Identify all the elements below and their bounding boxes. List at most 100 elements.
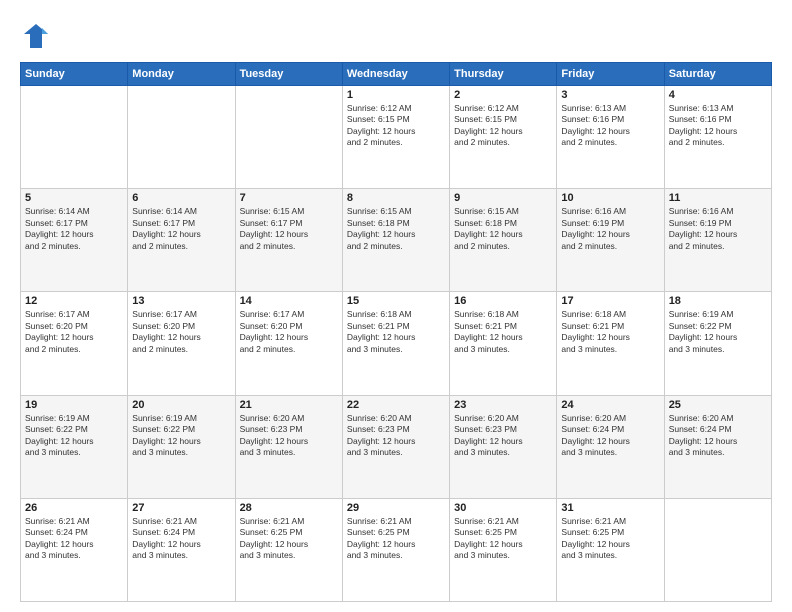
day-number: 4	[669, 89, 767, 101]
weekday-row: SundayMondayTuesdayWednesdayThursdayFrid…	[21, 63, 772, 86]
weekday-header-tuesday: Tuesday	[235, 63, 342, 86]
day-info: Sunrise: 6:21 AM Sunset: 6:25 PM Dayligh…	[240, 516, 338, 562]
calendar-cell: 18 Sunrise: 6:19 AM Sunset: 6:22 PM Dayli…	[664, 292, 771, 395]
calendar-cell: 19Sunrise: 6:19 AM Sunset: 6:22 PM Dayli…	[21, 395, 128, 498]
day-info: Sunrise: 6:18 AM Sunset: 6:21 PM Dayligh…	[561, 309, 659, 355]
week-row-1: 5 Sunrise: 6:14 AM Sunset: 6:17 PM Daylig…	[21, 189, 772, 292]
day-number: 21	[240, 399, 338, 411]
day-info: Sunrise: 6:18 AM Sunset: 6:21 PM Dayligh…	[454, 309, 552, 355]
day-number: 18	[669, 295, 767, 307]
weekday-header-friday: Friday	[557, 63, 664, 86]
day-number: 22	[347, 399, 445, 411]
day-info: Sunrise: 6:21 AM Sunset: 6:25 PM Dayligh…	[347, 516, 445, 562]
day-number: 2	[454, 89, 552, 101]
day-info: Sunrise: 6:21 AM Sunset: 6:24 PM Dayligh…	[132, 516, 230, 562]
day-number: 30	[454, 502, 552, 514]
calendar-cell: 1Sunrise: 6:12 AM Sunset: 6:15 PM Daylig…	[342, 86, 449, 189]
calendar-cell: 7 Sunrise: 6:15 AM Sunset: 6:17 PM Daylig…	[235, 189, 342, 292]
weekday-header-saturday: Saturday	[664, 63, 771, 86]
calendar-cell: 30 Sunrise: 6:21 AM Sunset: 6:25 PM Dayli…	[450, 498, 557, 601]
calendar-cell: 23 Sunrise: 6:20 AM Sunset: 6:23 PM Dayli…	[450, 395, 557, 498]
calendar-cell: 21Sunrise: 6:20 AM Sunset: 6:23 PM Dayli…	[235, 395, 342, 498]
day-number: 23	[454, 399, 552, 411]
day-number: 10	[561, 192, 659, 204]
day-info: Sunrise: 6:20 AM Sunset: 6:24 PM Dayligh…	[669, 413, 767, 459]
calendar-cell: 31 Sunrise: 6:21 AM Sunset: 6:25 PM Dayli…	[557, 498, 664, 601]
day-info: Sunrise: 6:12 AM Sunset: 6:15 PM Dayligh…	[454, 103, 552, 149]
calendar-cell: 24 Sunrise: 6:20 AM Sunset: 6:24 PM Dayli…	[557, 395, 664, 498]
header	[20, 20, 772, 52]
calendar-cell: 11 Sunrise: 6:16 AM Sunset: 6:19 PM Dayli…	[664, 189, 771, 292]
weekday-header-thursday: Thursday	[450, 63, 557, 86]
calendar-table: SundayMondayTuesdayWednesdayThursdayFrid…	[20, 62, 772, 602]
day-number: 28	[240, 502, 338, 514]
week-row-0: 1Sunrise: 6:12 AM Sunset: 6:15 PM Daylig…	[21, 86, 772, 189]
day-number: 8	[347, 192, 445, 204]
day-info: Sunrise: 6:19 AM Sunset: 6:22 PM Dayligh…	[669, 309, 767, 355]
day-info: Sunrise: 6:21 AM Sunset: 6:25 PM Dayligh…	[454, 516, 552, 562]
calendar-cell	[664, 498, 771, 601]
calendar-cell: 4 Sunrise: 6:13 AM Sunset: 6:16 PM Daylig…	[664, 86, 771, 189]
day-number: 29	[347, 502, 445, 514]
day-number: 3	[561, 89, 659, 101]
calendar-cell: 27 Sunrise: 6:21 AM Sunset: 6:24 PM Dayli…	[128, 498, 235, 601]
day-info: Sunrise: 6:13 AM Sunset: 6:16 PM Dayligh…	[669, 103, 767, 149]
calendar-cell	[21, 86, 128, 189]
day-info: Sunrise: 6:15 AM Sunset: 6:17 PM Dayligh…	[240, 206, 338, 252]
calendar-cell: 29 Sunrise: 6:21 AM Sunset: 6:25 PM Dayli…	[342, 498, 449, 601]
day-number: 25	[669, 399, 767, 411]
day-info: Sunrise: 6:17 AM Sunset: 6:20 PM Dayligh…	[25, 309, 123, 355]
day-number: 6	[132, 192, 230, 204]
day-number: 31	[561, 502, 659, 514]
calendar-cell: 15Sunrise: 6:18 AM Sunset: 6:21 PM Dayli…	[342, 292, 449, 395]
week-row-3: 19Sunrise: 6:19 AM Sunset: 6:22 PM Dayli…	[21, 395, 772, 498]
day-number: 15	[347, 295, 445, 307]
day-number: 16	[454, 295, 552, 307]
calendar-cell: 28 Sunrise: 6:21 AM Sunset: 6:25 PM Dayli…	[235, 498, 342, 601]
week-row-4: 26 Sunrise: 6:21 AM Sunset: 6:24 PM Dayli…	[21, 498, 772, 601]
day-number: 9	[454, 192, 552, 204]
day-info: Sunrise: 6:21 AM Sunset: 6:25 PM Dayligh…	[561, 516, 659, 562]
day-info: Sunrise: 6:19 AM Sunset: 6:22 PM Dayligh…	[25, 413, 123, 459]
calendar-cell: 20 Sunrise: 6:19 AM Sunset: 6:22 PM Dayli…	[128, 395, 235, 498]
day-number: 12	[25, 295, 123, 307]
calendar-cell: 13Sunrise: 6:17 AM Sunset: 6:20 PM Dayli…	[128, 292, 235, 395]
day-info: Sunrise: 6:20 AM Sunset: 6:24 PM Dayligh…	[561, 413, 659, 459]
day-info: Sunrise: 6:12 AM Sunset: 6:15 PM Dayligh…	[347, 103, 445, 149]
calendar-header: SundayMondayTuesdayWednesdayThursdayFrid…	[21, 63, 772, 86]
day-number: 26	[25, 502, 123, 514]
day-info: Sunrise: 6:19 AM Sunset: 6:22 PM Dayligh…	[132, 413, 230, 459]
day-info: Sunrise: 6:20 AM Sunset: 6:23 PM Dayligh…	[347, 413, 445, 459]
day-info: Sunrise: 6:17 AM Sunset: 6:20 PM Dayligh…	[240, 309, 338, 355]
day-number: 24	[561, 399, 659, 411]
day-number: 13	[132, 295, 230, 307]
weekday-header-sunday: Sunday	[21, 63, 128, 86]
day-info: Sunrise: 6:14 AM Sunset: 6:17 PM Dayligh…	[132, 206, 230, 252]
day-number: 5	[25, 192, 123, 204]
day-info: Sunrise: 6:21 AM Sunset: 6:24 PM Dayligh…	[25, 516, 123, 562]
day-number: 7	[240, 192, 338, 204]
day-info: Sunrise: 6:14 AM Sunset: 6:17 PM Dayligh…	[25, 206, 123, 252]
logo-icon	[20, 20, 52, 52]
day-number: 27	[132, 502, 230, 514]
day-number: 17	[561, 295, 659, 307]
calendar-cell: 3 Sunrise: 6:13 AM Sunset: 6:16 PM Daylig…	[557, 86, 664, 189]
calendar-cell: 12 Sunrise: 6:17 AM Sunset: 6:20 PM Dayli…	[21, 292, 128, 395]
calendar-cell: 8Sunrise: 6:15 AM Sunset: 6:18 PM Daylig…	[342, 189, 449, 292]
day-number: 20	[132, 399, 230, 411]
calendar-cell: 22 Sunrise: 6:20 AM Sunset: 6:23 PM Dayli…	[342, 395, 449, 498]
calendar-cell	[128, 86, 235, 189]
calendar-cell: 10 Sunrise: 6:16 AM Sunset: 6:19 PM Dayli…	[557, 189, 664, 292]
weekday-header-wednesday: Wednesday	[342, 63, 449, 86]
week-row-2: 12 Sunrise: 6:17 AM Sunset: 6:20 PM Dayli…	[21, 292, 772, 395]
day-info: Sunrise: 6:20 AM Sunset: 6:23 PM Dayligh…	[454, 413, 552, 459]
day-info: Sunrise: 6:16 AM Sunset: 6:19 PM Dayligh…	[561, 206, 659, 252]
day-info: Sunrise: 6:13 AM Sunset: 6:16 PM Dayligh…	[561, 103, 659, 149]
calendar-cell: 14 Sunrise: 6:17 AM Sunset: 6:20 PM Dayli…	[235, 292, 342, 395]
day-number: 11	[669, 192, 767, 204]
weekday-header-monday: Monday	[128, 63, 235, 86]
calendar-cell: 25 Sunrise: 6:20 AM Sunset: 6:24 PM Dayli…	[664, 395, 771, 498]
day-number: 14	[240, 295, 338, 307]
day-info: Sunrise: 6:16 AM Sunset: 6:19 PM Dayligh…	[669, 206, 767, 252]
calendar-cell: 17 Sunrise: 6:18 AM Sunset: 6:21 PM Dayli…	[557, 292, 664, 395]
